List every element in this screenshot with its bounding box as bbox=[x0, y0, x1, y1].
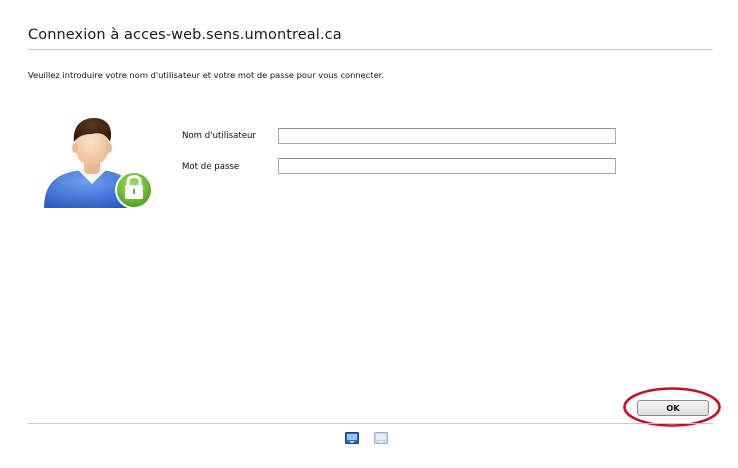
dialog-title: Connexion à acces-web.sens.umontreal.ca bbox=[28, 27, 342, 43]
user-avatar-with-lock-icon bbox=[44, 118, 153, 209]
username-label: Nom d'utilisateur bbox=[182, 131, 256, 141]
username-input[interactable] bbox=[278, 128, 616, 144]
title-divider bbox=[28, 49, 713, 50]
password-input[interactable] bbox=[278, 158, 616, 174]
instructions-text: Veuillez introduire votre nom d'utilisat… bbox=[28, 70, 384, 80]
password-label: Mot de passe bbox=[182, 162, 240, 172]
ok-button[interactable]: OK bbox=[637, 400, 709, 416]
footer-divider bbox=[28, 423, 713, 424]
network-connection-icon bbox=[374, 432, 388, 444]
lock-icon bbox=[115, 171, 153, 209]
network-connection-icon bbox=[345, 432, 359, 444]
